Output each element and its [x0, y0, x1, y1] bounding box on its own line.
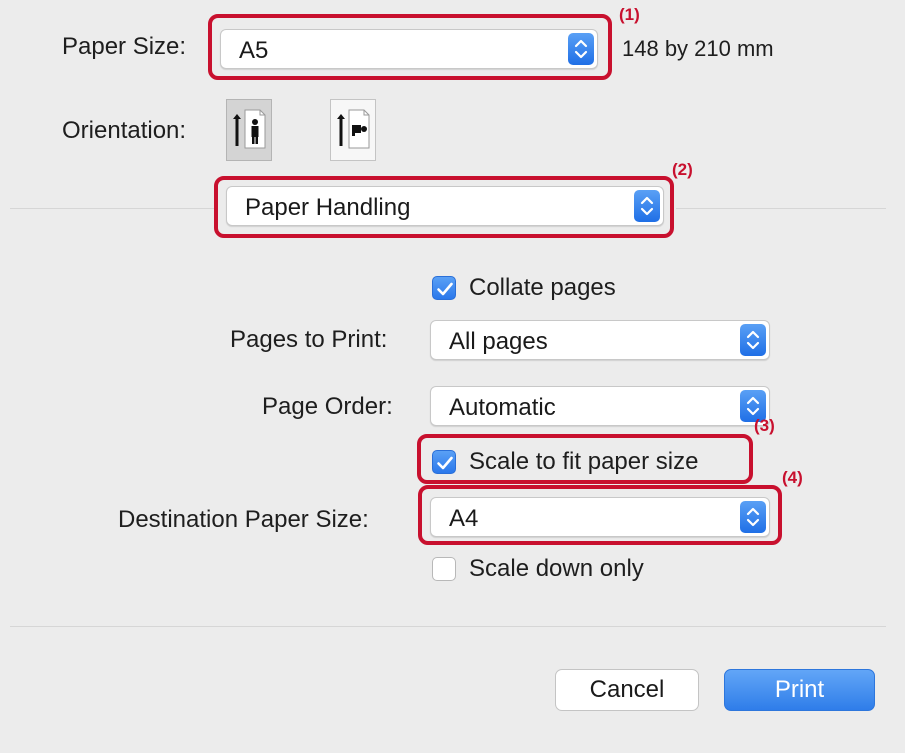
callout-box-4 — [418, 485, 782, 545]
callout-box-2 — [214, 176, 674, 238]
footer-divider — [10, 626, 886, 627]
callout-number-3: (3) — [754, 416, 775, 435]
orientation-portrait-button[interactable] — [226, 99, 272, 161]
pages-to-print-label: Pages to Print: — [230, 326, 388, 353]
orientation-label: Orientation: — [62, 117, 187, 144]
section-divider — [10, 208, 215, 209]
paper-size-label: Paper Size: — [62, 33, 187, 60]
page-order-label: Page Order: — [262, 393, 393, 420]
scale-down-only-checkbox[interactable] — [432, 557, 456, 581]
callout-number-2: (2) — [672, 160, 693, 179]
page-order-popup[interactable]: Automatic — [430, 386, 770, 426]
pages-to-print-popup[interactable]: All pages — [430, 320, 770, 360]
portrait-orientation-icon — [233, 109, 266, 149]
callout-number-1: (1) — [619, 5, 640, 24]
collate-pages-label: Collate pages — [469, 274, 616, 301]
paper-size-dimensions: 148 by 210 mm — [622, 36, 774, 61]
page-order-value: Automatic — [449, 394, 556, 421]
landscape-orientation-icon — [337, 109, 370, 149]
orientation-landscape-button[interactable] — [330, 99, 376, 161]
chevron-updown-icon — [740, 324, 766, 356]
pages-to-print-value: All pages — [449, 328, 548, 355]
scale-down-only-label: Scale down only — [469, 555, 644, 582]
callout-box-3 — [417, 434, 753, 484]
callout-number-4: (4) — [782, 468, 803, 487]
callout-box-1 — [208, 14, 612, 80]
section-divider — [676, 208, 886, 209]
cancel-button[interactable]: Cancel — [555, 669, 699, 711]
collate-pages-checkbox[interactable] — [432, 276, 456, 300]
destination-paper-size-label: Destination Paper Size: — [118, 506, 369, 533]
print-button[interactable]: Print — [724, 669, 875, 711]
checkmark-icon — [437, 282, 453, 296]
